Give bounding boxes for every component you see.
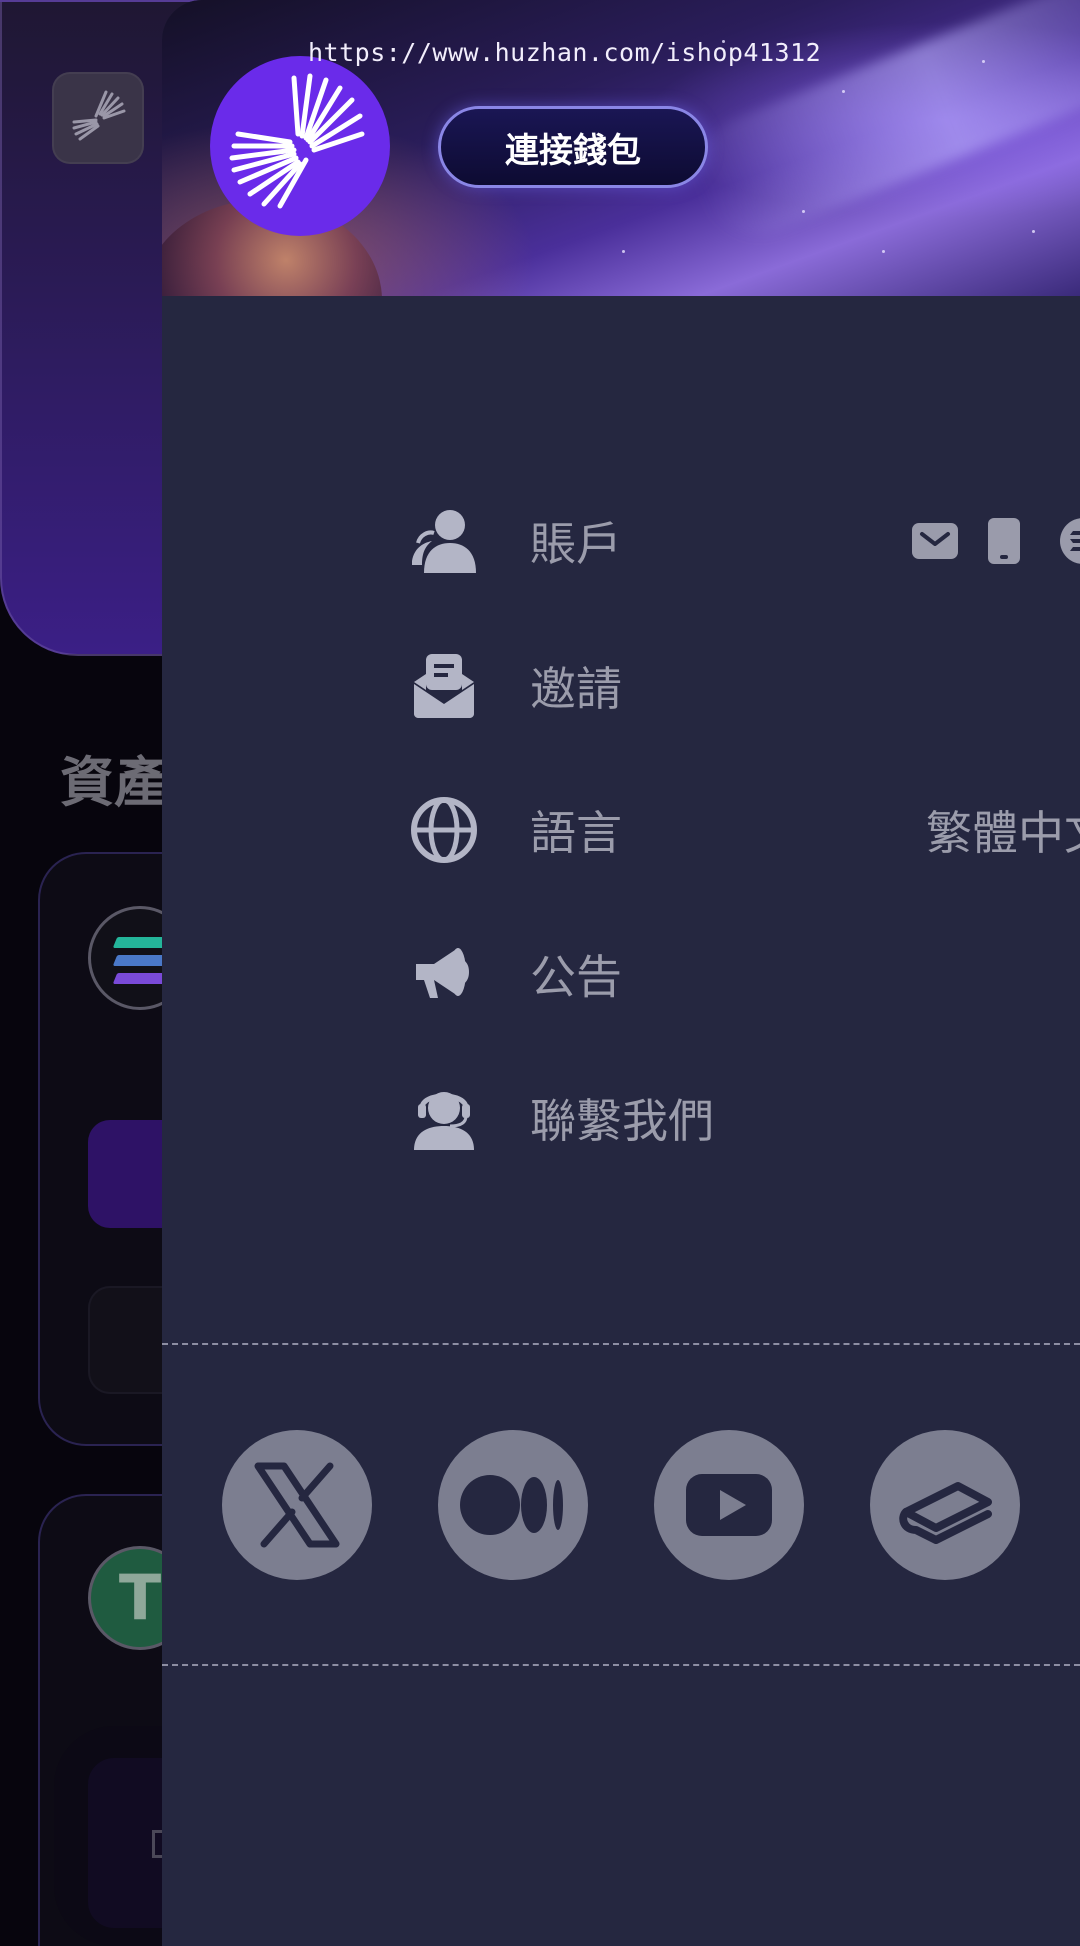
background-assets-title: 資產 bbox=[60, 751, 168, 814]
side-drawer: 賬戶 邀請 語言 繁體中 公告 聯繫我們 bbox=[162, 0, 1080, 1946]
social-link-gitbook[interactable] bbox=[870, 1430, 1020, 1580]
social-link-medium[interactable] bbox=[438, 1430, 588, 1580]
social-link-youtube[interactable] bbox=[654, 1430, 804, 1580]
watermark-url: https://www.huzhan.com/ishop41312 bbox=[308, 38, 822, 67]
phone-icon bbox=[988, 518, 1020, 564]
medium-icon bbox=[460, 1475, 563, 1535]
current-language-value: 繁體中文 bbox=[926, 806, 1080, 860]
menu-item-invite[interactable]: 邀請 bbox=[410, 631, 1080, 741]
menu-item-contact-us[interactable]: 聯繫我們 bbox=[410, 1063, 1080, 1173]
youtube-icon bbox=[686, 1474, 772, 1536]
mail-icon bbox=[912, 523, 958, 559]
menu-item-label: 語言 bbox=[530, 806, 622, 860]
menu-item-label: 公告 bbox=[530, 950, 622, 1004]
headset-icon bbox=[414, 1092, 474, 1150]
app-logo-icon bbox=[229, 73, 365, 209]
app-logo-icon bbox=[72, 90, 126, 141]
menu-item-announcements[interactable]: 公告 bbox=[410, 919, 1080, 1029]
account-binding-badges bbox=[910, 516, 1080, 566]
background-app-logo bbox=[52, 72, 144, 164]
divider bbox=[162, 1664, 1080, 1666]
menu-item-label: 賬戶 bbox=[530, 517, 622, 571]
menu-item-label: 邀請 bbox=[530, 662, 622, 716]
divider bbox=[162, 1343, 1080, 1345]
gitbook-icon bbox=[899, 1482, 992, 1544]
menu-item-label: 聯繫我們 bbox=[530, 1094, 714, 1148]
social-link-x[interactable] bbox=[222, 1430, 372, 1580]
user-icon bbox=[412, 510, 476, 573]
menu-item-language[interactable]: 語言 繁體中文 bbox=[410, 775, 1080, 885]
x-icon bbox=[254, 1462, 340, 1548]
screen: 資產 T 賬戶 邀請 語言 繁體中 公告 聯繫我們 連接錢包 https://w… bbox=[0, 0, 1080, 1946]
megaphone-icon bbox=[416, 948, 469, 998]
globe-icon bbox=[411, 797, 477, 863]
solana-icon bbox=[1060, 518, 1080, 564]
envelope-icon bbox=[414, 654, 474, 718]
connect-wallet-button[interactable]: 連接錢包 bbox=[438, 106, 708, 188]
user-avatar[interactable] bbox=[210, 56, 390, 236]
menu-item-account[interactable]: 賬戶 bbox=[410, 486, 1080, 596]
